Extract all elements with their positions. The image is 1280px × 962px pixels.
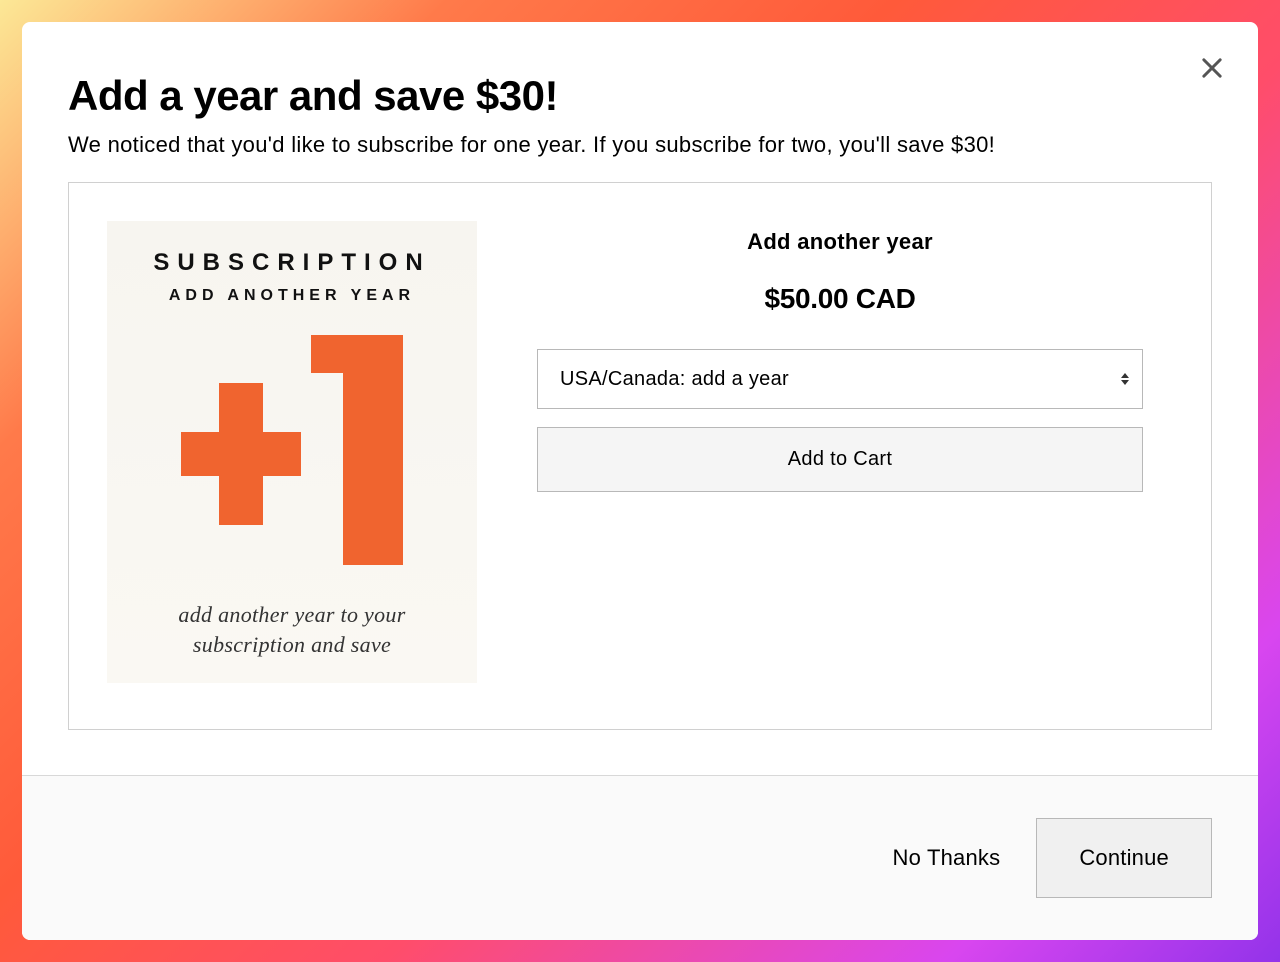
product-price: $50.00 CAD [537,283,1143,315]
continue-button[interactable]: Continue [1036,818,1212,898]
product-image: SUBSCRIPTION ADD ANOTHER YEAR add anothe… [107,221,477,683]
product-image-caption: add another year to your subscription an… [127,600,457,659]
product-details: Add another year $50.00 CAD USA/Canada: … [537,221,1173,683]
product-container: SUBSCRIPTION ADD ANOTHER YEAR add anothe… [68,182,1212,730]
close-icon [1198,54,1226,82]
modal-footer: No Thanks Continue [22,775,1258,940]
add-to-cart-button[interactable]: Add to Cart [537,427,1143,492]
upsell-modal: Add a year and save $30! We noticed that… [22,22,1258,940]
no-thanks-button[interactable]: No Thanks [893,845,1001,871]
close-button[interactable] [1196,52,1228,84]
product-title: Add another year [537,229,1143,255]
plus-one-icon [181,335,403,565]
modal-title: Add a year and save $30! [68,72,1212,120]
product-image-heading: SUBSCRIPTION [153,249,430,277]
modal-body: Add a year and save $30! We noticed that… [22,22,1258,775]
variant-select[interactable]: USA/Canada: add a year [537,349,1143,409]
variant-select-wrapper: USA/Canada: add a year [537,349,1143,409]
product-image-subheading: ADD ANOTHER YEAR [169,287,415,305]
modal-subtitle: We noticed that you'd like to subscribe … [68,132,1212,158]
